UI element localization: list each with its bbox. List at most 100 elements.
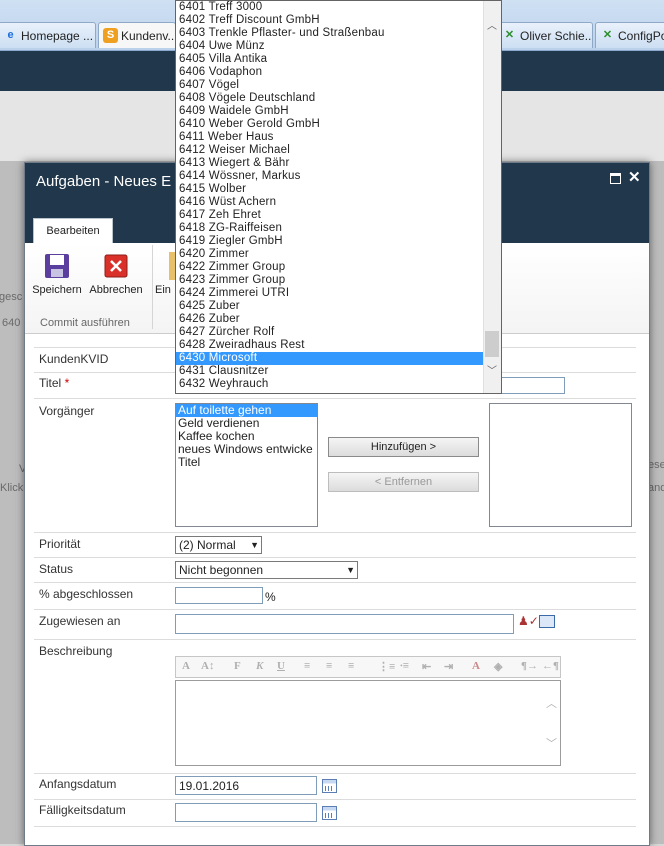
list-item[interactable]: Geld verdienen (176, 417, 317, 430)
browser-tab-homepage[interactable]: e Homepage ... (0, 22, 96, 48)
align-center-icon[interactable]: ≡ (326, 660, 332, 672)
anfangsdatum-input[interactable]: 19.01.2016 (175, 776, 317, 795)
calendar-icon[interactable] (322, 779, 337, 793)
dropdown-option[interactable]: 6416 Wüst Achern (176, 196, 485, 209)
xing-icon: ✕ (504, 29, 515, 41)
check-names-icon[interactable]: ♟✓ (518, 614, 539, 628)
dropdown-option[interactable]: 6402 Treff Discount GmbH (176, 14, 485, 27)
dropdown-option[interactable]: 6404 Uwe Münz (176, 40, 485, 53)
dropdown-option[interactable]: 6409 Waidele GmbH (176, 105, 485, 118)
dropdown-option[interactable]: 6417 Zeh Ehret (176, 209, 485, 222)
tab-label: Oliver Schie... (520, 29, 593, 43)
vorgaenger-selected-list[interactable] (489, 403, 632, 527)
font-icon[interactable]: A (182, 660, 190, 672)
scrollbar-thumb[interactable] (485, 331, 499, 357)
save-icon (43, 252, 71, 280)
dropdown-option[interactable]: 6420 Zimmer (176, 248, 485, 261)
dropdown-option[interactable]: 6426 Zuber (176, 313, 485, 326)
scroll-down-icon[interactable]: ﹀ (546, 735, 557, 751)
zugewiesen-input[interactable] (175, 614, 514, 634)
list-item[interactable]: neues Windows entwicke (176, 443, 317, 456)
dropdown-option[interactable]: 6419 Ziegler GmbH (176, 235, 485, 248)
underline-icon[interactable]: U (277, 660, 285, 672)
save-button[interactable]: Speichern (29, 249, 85, 299)
dropdown-option[interactable]: 6430 Microsoft (176, 352, 485, 365)
dropdown-option[interactable]: 6427 Zürcher Rolf (176, 326, 485, 339)
dropdown-option[interactable]: 6425 Zuber (176, 300, 485, 313)
dropdown-option[interactable]: 6414 Wössner, Markus (176, 170, 485, 183)
browser-tab-oliver[interactable]: ✕ Oliver Schie... (497, 22, 593, 48)
dropdown-option[interactable]: 6405 Villa Antika (176, 53, 485, 66)
dropdown-option[interactable]: 6415 Wolber (176, 183, 485, 196)
row-divider (34, 557, 636, 558)
dropdown-option[interactable]: 6424 Zimmerei UTRI (176, 287, 485, 300)
dropdown-scrollbar[interactable]: ︿ ﹀ (483, 1, 501, 393)
kundenkvid-dropdown-list[interactable]: 6401 Treff 3000 6402 Treff Discount GmbH 6… (175, 0, 502, 394)
font-size-icon[interactable]: A↕ (201, 660, 214, 672)
bold-icon[interactable]: F (234, 660, 241, 672)
prioritaet-select[interactable]: (2) Normal ▼ (175, 536, 262, 554)
dropdown-option[interactable]: 6406 Vodaphon (176, 66, 485, 79)
tab-label: Homepage ... (21, 29, 94, 43)
dropdown-option[interactable]: 6403 Trenkle Pflaster- und Straßenbau (176, 27, 485, 40)
row-divider (34, 826, 636, 827)
list-item[interactable]: Auf toilette gehen (176, 404, 317, 417)
italic-icon[interactable]: K (256, 660, 263, 672)
background-text: ese (648, 459, 664, 471)
abgeschlossen-input[interactable] (175, 587, 263, 604)
align-right-icon[interactable]: ≡ (348, 660, 354, 672)
dropdown-option[interactable]: 6401 Treff 3000 (176, 1, 485, 14)
row-divider (34, 773, 636, 774)
tab-bearbeiten[interactable]: Bearbeiten (33, 218, 113, 244)
remove-button[interactable]: < Entfernen (328, 472, 479, 492)
titel-label: Titel * (39, 376, 70, 390)
chevron-up-icon[interactable]: ︿ (487, 17, 497, 32)
list-item[interactable]: Titel (176, 456, 317, 469)
titel-input[interactable] (498, 377, 565, 394)
chevron-down-icon: ▼ (250, 540, 259, 550)
dropdown-option[interactable]: 6413 Wiegert & Bähr (176, 157, 485, 170)
dropdown-option[interactable]: 6431 Clausnitzer (176, 365, 485, 378)
ltr-icon[interactable]: ¶→ (521, 660, 538, 672)
dropdown-option[interactable]: 6423 Zimmer Group (176, 274, 485, 287)
numbered-list-icon[interactable]: ⋮≡ (378, 660, 395, 673)
save-label: Speichern (32, 284, 82, 296)
calendar-icon[interactable] (322, 806, 337, 820)
background-color-icon[interactable]: ◈ (494, 660, 502, 673)
dropdown-option[interactable]: 6418 ZG-Raiffeisen (176, 222, 485, 235)
browser-tab-configpo[interactable]: ✕ ConfigPo (595, 22, 664, 48)
outdent-icon[interactable]: ⇤ (422, 660, 431, 673)
close-icon[interactable]: ✕ (628, 168, 641, 186)
dropdown-option[interactable]: 6410 Weber Gerold GmbH (176, 118, 485, 131)
scroll-up-icon[interactable]: ︿ (546, 695, 557, 711)
maximize-icon[interactable] (610, 173, 621, 184)
dropdown-option[interactable]: 6408 Vögele Deutschland (176, 92, 485, 105)
dropdown-option[interactable]: 6411 Weber Haus (176, 131, 485, 144)
required-marker: * (64, 376, 70, 390)
beschreibung-editor[interactable]: ︿ ﹀ (175, 680, 561, 766)
chevron-down-icon: ▼ (346, 565, 355, 575)
row-divider (34, 532, 636, 533)
faelligkeitsdatum-input[interactable] (175, 803, 317, 822)
status-select[interactable]: Nicht begonnen ▼ (175, 561, 358, 579)
indent-icon[interactable]: ⇥ (444, 660, 453, 673)
align-left-icon[interactable]: ≡ (304, 660, 310, 672)
faelligkeitsdatum-label: Fälligkeitsdatum (39, 803, 126, 817)
chevron-down-icon[interactable]: ﹀ (487, 362, 497, 377)
dropdown-option[interactable]: 6422 Zimmer Group (176, 261, 485, 274)
add-button[interactable]: Hinzufügen > (328, 437, 479, 457)
bullet-list-icon[interactable]: ∙≡ (400, 660, 409, 672)
dropdown-option[interactable]: 6428 Zweiradhaus Rest (176, 339, 485, 352)
list-item[interactable]: Kaffee kochen (176, 430, 317, 443)
dropdown-option[interactable]: 6432 Weyhrauch (176, 378, 485, 391)
rtl-icon[interactable]: ←¶ (542, 660, 559, 672)
cancel-button[interactable]: Abbrechen (88, 249, 144, 299)
browser-tab-kundenv[interactable]: S Kundenv... (98, 22, 176, 48)
text-color-icon[interactable]: A (472, 660, 480, 672)
vorgaenger-available-list[interactable]: Auf toilette gehen Geld verdienen Kaffee… (175, 403, 318, 527)
prioritaet-label: Priorität (39, 537, 81, 551)
dialog-title: Aufgaben - Neues E (36, 173, 172, 190)
dropdown-option[interactable]: 6412 Weiser Michael (176, 144, 485, 157)
dropdown-option[interactable]: 6407 Vögel (176, 79, 485, 92)
address-book-icon[interactable] (539, 615, 555, 628)
